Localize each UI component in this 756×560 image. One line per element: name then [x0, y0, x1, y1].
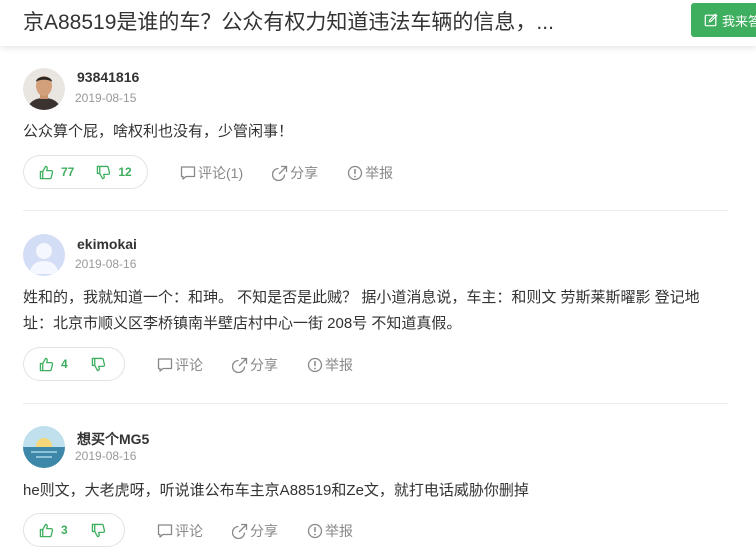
answer-button[interactable]: 我来答 — [691, 3, 756, 37]
upvote-count: 4 — [61, 357, 68, 371]
share-icon — [272, 165, 288, 181]
page-title: 京A88519是谁的车？公众有权力知道违法车辆的信息，... — [23, 11, 554, 34]
upvote-button[interactable]: 77 — [39, 165, 74, 180]
downvote-button[interactable]: 12 — [96, 165, 132, 180]
share-button[interactable]: 分享 — [272, 163, 318, 183]
answer-item: 想买个MG5 2019-08-16 he则文，大老虎呀，听说谁公布车主京A885… — [23, 426, 728, 551]
comment-label: 评论 — [175, 523, 203, 539]
report-button[interactable]: 举报 — [307, 355, 353, 375]
downvote-count: 12 — [118, 165, 132, 179]
answer-actions: 评论(1) 分享 举报 — [180, 163, 422, 183]
answer-button-label: 我来答 — [722, 13, 756, 29]
thumbs-down-icon — [91, 523, 105, 537]
default-user-icon — [23, 234, 65, 276]
share-button[interactable]: 分享 — [232, 355, 278, 375]
avatar[interactable] — [23, 426, 65, 468]
comment-icon — [157, 524, 173, 538]
vote-box: 4 — [23, 347, 125, 381]
share-icon — [232, 357, 248, 373]
comment-button[interactable]: 评论 — [157, 521, 203, 541]
edit-icon — [704, 13, 718, 27]
answer-date: 2019-08-16 — [75, 257, 137, 271]
report-button[interactable]: 举报 — [347, 163, 393, 183]
answer-item: 93841816 2019-08-15 公众算个屁，啥权利也没有，少管闲事！ 7… — [23, 68, 728, 193]
upvote-count: 3 — [61, 523, 68, 537]
comment-button[interactable]: 评论(1) — [180, 163, 243, 183]
answer-actions: 评论 分享 举报 — [157, 355, 382, 375]
username[interactable]: ekimokai — [77, 236, 137, 252]
share-label: 分享 — [250, 523, 278, 539]
report-label: 举报 — [325, 357, 353, 373]
comment-button[interactable]: 评论 — [157, 355, 203, 375]
report-icon — [347, 165, 363, 181]
report-button[interactable]: 举报 — [307, 521, 353, 541]
avatar[interactable] — [23, 234, 65, 276]
thumbs-up-icon — [39, 357, 54, 371]
share-icon — [232, 523, 248, 539]
avatar[interactable] — [23, 68, 65, 110]
comment-icon — [180, 166, 196, 180]
report-icon — [307, 523, 323, 539]
share-label: 分享 — [250, 357, 278, 373]
sunset-avatar-icon — [23, 426, 65, 468]
thumbs-down-icon — [91, 357, 105, 371]
report-label: 举报 — [325, 523, 353, 539]
answer-content: he则文，大老虎呀，听说谁公布车主京A88519和Ze文，就打电话威胁你删掉 — [23, 482, 529, 499]
thumbs-up-icon — [39, 165, 54, 179]
answer-content: 姓和的，我就知道一个：和珅。 不知是否是此贼？ 据小道消息说，车主：和则文 劳斯… — [23, 289, 700, 332]
answer-item: ekimokai 2019-08-16 姓和的，我就知道一个：和珅。 不知是否是… — [23, 234, 728, 384]
divider — [23, 403, 728, 404]
comment-label: 评论 — [175, 357, 203, 373]
report-icon — [307, 357, 323, 373]
downvote-button[interactable] — [91, 357, 113, 372]
thumbs-up-icon — [39, 523, 54, 537]
comment-label: 评论(1) — [198, 165, 244, 181]
answer-content: 公众算个屁，啥权利也没有，少管闲事！ — [23, 123, 294, 140]
share-label: 分享 — [290, 165, 319, 181]
answer-actions: 评论 分享 举报 — [157, 521, 382, 541]
downvote-button[interactable] — [91, 523, 113, 538]
vote-box: 77 12 — [23, 155, 148, 189]
report-label: 举报 — [365, 165, 394, 181]
share-button[interactable]: 分享 — [232, 521, 278, 541]
photo-avatar-icon — [23, 68, 65, 110]
upvote-button[interactable]: 3 — [39, 523, 68, 538]
upvote-button[interactable]: 4 — [39, 357, 68, 372]
vote-box: 3 — [23, 513, 125, 547]
answer-date: 2019-08-16 — [75, 449, 137, 463]
username[interactable]: 想买个MG5 — [77, 429, 149, 449]
comment-icon — [157, 358, 173, 372]
divider — [23, 210, 728, 211]
answer-date: 2019-08-15 — [75, 91, 137, 105]
thumbs-down-icon — [97, 165, 111, 179]
header-bar: 京A88519是谁的车？公众有权力知道违法车辆的信息，... 我来答 — [0, 0, 756, 46]
username[interactable]: 93841816 — [77, 69, 139, 85]
upvote-count: 77 — [61, 165, 75, 179]
